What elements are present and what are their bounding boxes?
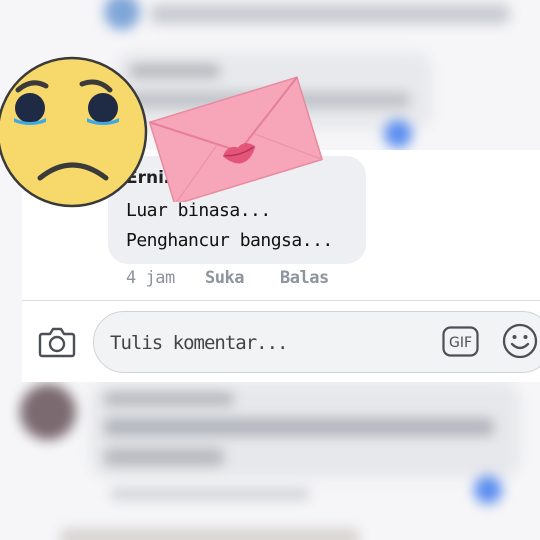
smiley-icon (502, 323, 538, 359)
camera-icon (38, 327, 76, 358)
blurred-text (110, 488, 310, 500)
love-letter-sticker (140, 74, 330, 206)
sad-face-sticker (0, 50, 152, 216)
blurred-like-icon (474, 476, 502, 504)
emoji-button[interactable] (501, 322, 539, 360)
sad-face-emoji (0, 56, 148, 208)
gif-icon: GIF (442, 326, 479, 357)
blurred-text (104, 418, 494, 436)
like-button[interactable]: Suka (205, 268, 244, 288)
comment-text-line: Penghancur bangsa... (126, 230, 333, 251)
gif-button[interactable]: GIF (442, 326, 479, 357)
comment-timestamp: 4 jam (126, 268, 175, 288)
blurred-avatar (20, 384, 76, 440)
camera-button[interactable] (38, 324, 76, 360)
blurred-avatar (104, 0, 140, 30)
blurred-text (150, 4, 510, 24)
reply-button[interactable]: Balas (280, 268, 329, 288)
svg-text:GIF: GIF (449, 335, 472, 351)
love-letter-icon (148, 76, 324, 206)
blurred-text (104, 448, 224, 466)
blurred-like-icon (384, 120, 412, 148)
divider (22, 300, 540, 301)
comment-input-placeholder: Tulis komentar... (110, 332, 288, 354)
blurred-text (104, 392, 234, 406)
blurred-text (60, 528, 360, 540)
